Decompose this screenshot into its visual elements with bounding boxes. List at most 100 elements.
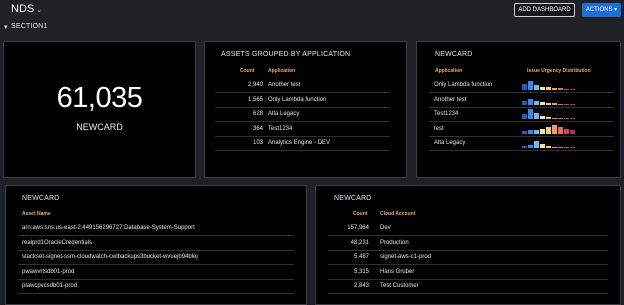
urgency-bar [546, 102, 551, 105]
count-cell: 2,843 [353, 283, 369, 289]
actions-label: ACTIONS [585, 7, 613, 13]
table-row[interactable]: 364 Test1234 [215, 123, 390, 137]
urgency-bar [522, 130, 527, 134]
count-cell: 1,565 [247, 96, 263, 103]
asset-name-cell: realprd1OracleCredentials [22, 239, 93, 246]
count-cell: 628 [252, 111, 263, 117]
cloud-account-cell: Test Customer [380, 283, 419, 289]
urgency-bar [570, 129, 575, 134]
urgency-bar [552, 147, 557, 148]
cloud-account-cell: Dev [380, 225, 391, 231]
top-bar: NDS ⌄ ADD DASHBOARD ACTIONS ▾ [0, 0, 624, 20]
table-row[interactable]: Another test [429, 94, 614, 108]
dashboard-title: NDS [11, 3, 35, 15]
caret-down-icon: ▾ [4, 24, 8, 31]
count-cell: 157,964 [347, 225, 369, 231]
cloud-account-cell: signet-aws-c1-prod [380, 254, 432, 260]
column-header-cloud-account: Cloud Account [380, 211, 416, 217]
table-row[interactable]: 2,843 Test Customer [328, 280, 608, 294]
urgency-bar [552, 124, 557, 134]
metric-card[interactable]: 61,035 NEWCARD [3, 41, 196, 178]
urgency-bar [552, 102, 557, 105]
table-row[interactable]: stackset-signet-ssm-cloudwatch-cwlbackup… [18, 251, 294, 265]
column-header-urgency: Issue Urgency Distribution [527, 68, 591, 74]
application-cell: Only Lambda function [434, 82, 493, 88]
urgency-bar [564, 103, 569, 105]
table-row[interactable]: 157,964 Dev [328, 222, 608, 236]
urgency-bar [540, 128, 545, 134]
urgency-bar [522, 114, 527, 119]
table-row[interactable]: test [429, 123, 614, 137]
urgency-bar [528, 81, 533, 90]
urgency-bar [528, 109, 533, 119]
urgency-bar [564, 89, 569, 90]
card-title: ASSETS GROUPED BY APPLICATION [221, 51, 351, 58]
card-title: NEWCARD [22, 195, 60, 202]
urgency-bar [528, 98, 533, 105]
section-title: SECTION1 [11, 23, 48, 30]
urgency-distribution-bars [522, 94, 602, 107]
chevron-down-icon: ⌄ [36, 7, 43, 14]
application-cell: Test1234 [268, 125, 293, 132]
asset-name-card: NEWCARD Asset Name arn:aws:sns:us-east-2… [5, 185, 307, 305]
urgency-bar [534, 129, 539, 134]
count-cell: 2,940 [247, 82, 263, 88]
table-row[interactable]: Only Lambda function [429, 79, 614, 93]
dashboard-selector[interactable]: NDS ⌄ [11, 3, 42, 15]
urgency-bar [546, 126, 551, 134]
table-row[interactable]: 1,565 Only Lambda function [215, 94, 390, 108]
urgency-bar [522, 84, 527, 90]
urgency-bar [546, 117, 551, 119]
urgency-bar [558, 118, 563, 119]
column-header-asset-name: Asset Name [22, 211, 51, 217]
add-dashboard-button[interactable]: ADD DASHBOARD [514, 3, 575, 17]
application-cell: Alta Legacy [434, 140, 466, 146]
urgency-bar [558, 147, 563, 148]
table-row[interactable]: 2,940 Another test [215, 79, 390, 93]
urgency-bar [552, 118, 557, 119]
actions-button[interactable]: ACTIONS ▾ [582, 3, 621, 17]
urgency-bar [522, 100, 527, 105]
table-row[interactable]: realprd1OracleCredentials [18, 237, 294, 251]
table-row[interactable]: 5,487 signet-aws-c1-prod [328, 251, 608, 265]
table-row[interactable]: plawcpvcsdb01-prod [18, 280, 294, 294]
urgency-bar [540, 144, 545, 148]
table-row[interactable]: Test1234 [429, 108, 614, 122]
count-cell: 364 [252, 125, 263, 132]
count-cell: 48,231 [350, 239, 369, 246]
application-cell: Alta Legacy [268, 111, 300, 117]
cloud-account-cell: Hans Gruber [380, 268, 415, 275]
table-row[interactable]: 48,231 Production [328, 237, 608, 251]
urgency-bar [540, 87, 545, 90]
table-row[interactable]: 5,315 Hans Gruber [328, 266, 608, 280]
cloud-account-card: NEWCARD Count Cloud Account 157,964 Dev 48… [315, 185, 621, 305]
table-row[interactable]: 103 Analytics Engine - DEV [215, 137, 390, 151]
card-title: NEWCARD [435, 51, 473, 58]
asset-name-cell: stackset-signet-ssm-cloudwatch-cwlbackup… [22, 254, 198, 260]
urgency-bar [534, 85, 539, 90]
urgency-bar [540, 101, 545, 105]
application-cell: Test1234 [434, 111, 459, 117]
urgency-bar [540, 116, 545, 119]
table-row[interactable]: Alta Legacy [429, 137, 614, 151]
asset-name-cell: arn:aws:sns:us-east-2:449156296727:Datab… [22, 225, 195, 231]
table-row[interactable]: pwawvrtsdb01-prod [18, 266, 294, 280]
metric-value: 61,035 [56, 82, 143, 114]
chevron-down-icon: ▾ [614, 7, 618, 13]
urgency-bar [546, 87, 551, 90]
column-header-application: Application [435, 68, 463, 74]
table-row[interactable]: 628 Alta Legacy [215, 108, 390, 122]
urgency-bar [528, 129, 533, 134]
assets-by-application-card: ASSETS GROUPED BY APPLICATION Count Appl… [204, 41, 407, 178]
column-header-count: Count [240, 68, 255, 74]
table-row[interactable]: arn:aws:sns:us-east-2:449156296727:Datab… [18, 222, 294, 236]
cloud-account-cell: Production [380, 239, 409, 246]
urgency-distribution-bars [522, 108, 602, 121]
metric-label: NEWCARD [76, 122, 123, 132]
urgency-distribution-card: NEWCARD Application Issue Urgency Distri… [416, 41, 621, 178]
urgency-bar [558, 88, 563, 90]
section-header[interactable]: ▾ SECTION1 [0, 22, 624, 34]
asset-name-cell: pwawvrtsdb01-prod [22, 268, 75, 275]
asset-name-cell: plawcpvcsdb01-prod [22, 283, 78, 289]
card-title: NEWCARD [334, 195, 372, 202]
